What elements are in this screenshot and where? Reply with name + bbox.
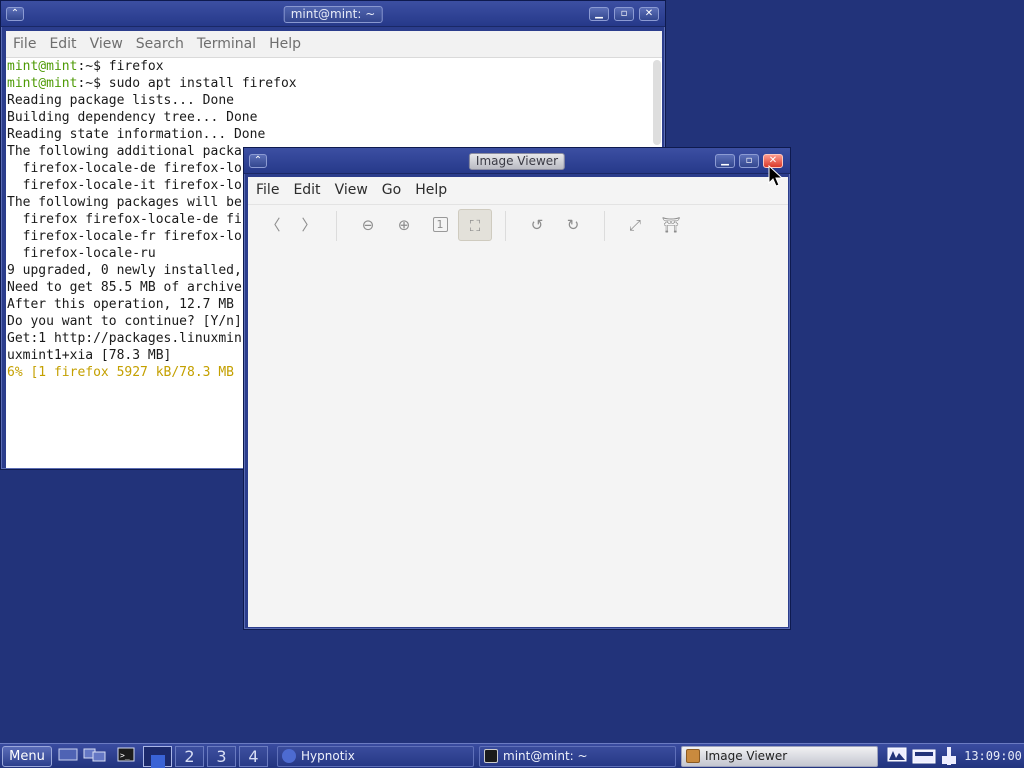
zoom-in-button[interactable]: ⊕	[387, 209, 421, 241]
window-list-button[interactable]	[83, 747, 106, 766]
windows-icon	[83, 748, 106, 762]
terminal-menubar: File Edit View Search Terminal Help	[6, 31, 662, 58]
task-terminal[interactable]: mint@mint: ~	[479, 746, 676, 767]
terminal-line: mint@mint:~$ firefox	[6, 58, 662, 75]
zoom-normal-button[interactable]: 1	[423, 209, 457, 241]
terminal-title: mint@mint: ~	[283, 6, 383, 23]
viewer-title: Image Viewer	[468, 153, 566, 170]
tray-keyboard[interactable]	[912, 746, 936, 767]
menu-edit[interactable]: Edit	[42, 31, 82, 52]
window-menu-button[interactable]: ⌃	[6, 7, 24, 21]
close-button[interactable]: ✕	[639, 7, 659, 21]
viewer-titlebar[interactable]: ⌃ Image Viewer ▁ ▫ ✕	[244, 148, 790, 174]
maximize-button[interactable]: ▫	[739, 154, 759, 168]
prompt-user: mint@mint	[7, 76, 78, 91]
menu-help[interactable]: Help	[407, 177, 453, 198]
terminal-titlebar[interactable]: ⌃ mint@mint: ~ ▁ ▫ ✕	[1, 1, 665, 27]
menu-help[interactable]: Help	[262, 31, 307, 52]
task-hypnotix[interactable]: Hypnotix	[277, 746, 474, 767]
fullscreen-icon: ⤢	[628, 216, 641, 234]
fullscreen-button[interactable]: ⤢	[618, 209, 652, 241]
prompt-path: :~$	[77, 76, 109, 91]
workspace-label: 1	[150, 755, 165, 768]
toolbar-separator	[505, 211, 506, 241]
minimize-button[interactable]: ▁	[715, 154, 735, 168]
previous-button[interactable]: 〈	[256, 209, 290, 241]
toolbar-separator	[336, 211, 337, 241]
terminal-icon: >_	[117, 747, 135, 762]
viewer-toolbar: 〈 〉 ⊖ ⊕ 1 ⛶ ↺ ↻ ⤢ ⛩	[248, 205, 788, 247]
workspace-2[interactable]: 2	[175, 746, 204, 767]
minimize-button[interactable]: ▁	[589, 7, 609, 21]
volume-icon	[942, 747, 956, 765]
terminal-launcher[interactable]: >_	[115, 747, 137, 766]
next-icon: 〉	[301, 216, 317, 234]
menu-search[interactable]: Search	[129, 31, 190, 52]
zoom-fit-icon: ⛶	[469, 217, 481, 235]
show-desktop-button[interactable]	[57, 747, 79, 766]
task-image-viewer[interactable]: Image Viewer	[681, 746, 878, 767]
menu-view[interactable]: View	[83, 31, 129, 52]
prompt-command: firefox	[108, 59, 164, 74]
task-label: mint@mint: ~	[503, 749, 588, 763]
menu-file[interactable]: File	[248, 177, 285, 198]
mouse-cursor-icon	[768, 165, 784, 187]
hypnotix-icon	[282, 749, 296, 763]
window-menu-button[interactable]: ⌃	[249, 154, 267, 168]
keyboard-icon	[912, 749, 936, 764]
zoom-out-icon: ⊖	[361, 216, 375, 234]
rotate-right-icon: ↻	[566, 216, 580, 234]
workspace-1[interactable]: 1	[143, 746, 172, 768]
task-label: Image Viewer	[705, 749, 788, 763]
zoom-out-button[interactable]: ⊖	[351, 209, 385, 241]
zoom-fit-button[interactable]: ⛶	[458, 209, 492, 241]
menu-go[interactable]: Go	[374, 177, 407, 198]
menu-view[interactable]: View	[327, 177, 374, 198]
rotate-right-button[interactable]: ↻	[556, 209, 590, 241]
slideshow-button[interactable]: ⛩	[654, 209, 688, 241]
clock[interactable]: 13:09:00	[962, 746, 1024, 767]
taskbar: Menu >_ 1 2 3 4 Hypnotix mint@mint: ~ Im…	[0, 743, 1024, 768]
menu-edit[interactable]: Edit	[285, 177, 326, 198]
previous-icon: 〈	[265, 216, 281, 234]
terminal-line: Reading state information... Done	[7, 127, 266, 142]
image-viewer-window[interactable]: ⌃ Image Viewer ▁ ▫ ✕ File Edit View Go Help …	[243, 147, 791, 630]
start-menu-button[interactable]: Menu	[2, 746, 52, 767]
terminal-scrollbar[interactable]	[653, 60, 661, 145]
network-icon	[887, 747, 907, 762]
prompt-command: sudo apt install firefox	[108, 76, 297, 91]
menu-terminal[interactable]: Terminal	[190, 31, 262, 52]
rotate-left-icon: ↺	[530, 216, 544, 234]
viewer-menubar: File Edit View Go Help	[248, 177, 788, 205]
image-canvas[interactable]	[248, 247, 788, 627]
tray-volume[interactable]	[939, 746, 959, 767]
terminal-line: Building dependency tree... Done	[7, 110, 258, 125]
slideshow-icon: ⛩	[661, 216, 681, 234]
terminal-icon	[484, 749, 498, 763]
svg-text:>_: >_	[120, 751, 130, 760]
rotate-left-button[interactable]: ↺	[520, 209, 554, 241]
terminal-line: Reading package lists... Done	[7, 93, 234, 108]
next-button[interactable]: 〉	[292, 209, 326, 241]
toolbar-separator	[604, 211, 605, 241]
workspace-3[interactable]: 3	[207, 746, 236, 767]
image-viewer-icon	[686, 749, 700, 763]
zoom-normal-icon: 1	[432, 217, 448, 232]
show-desktop-icon	[58, 748, 78, 761]
terminal-line: mint@mint:~$ sudo apt install firefox	[6, 75, 662, 92]
zoom-in-icon: ⊕	[397, 216, 411, 234]
prompt-user: mint@mint	[7, 59, 78, 74]
task-label: Hypnotix	[301, 749, 355, 763]
workspace-4[interactable]: 4	[239, 746, 268, 767]
menu-file[interactable]: File	[6, 31, 42, 52]
tray-network[interactable]	[886, 746, 908, 767]
prompt-path: :~$	[77, 59, 109, 74]
maximize-button[interactable]: ▫	[614, 7, 634, 21]
